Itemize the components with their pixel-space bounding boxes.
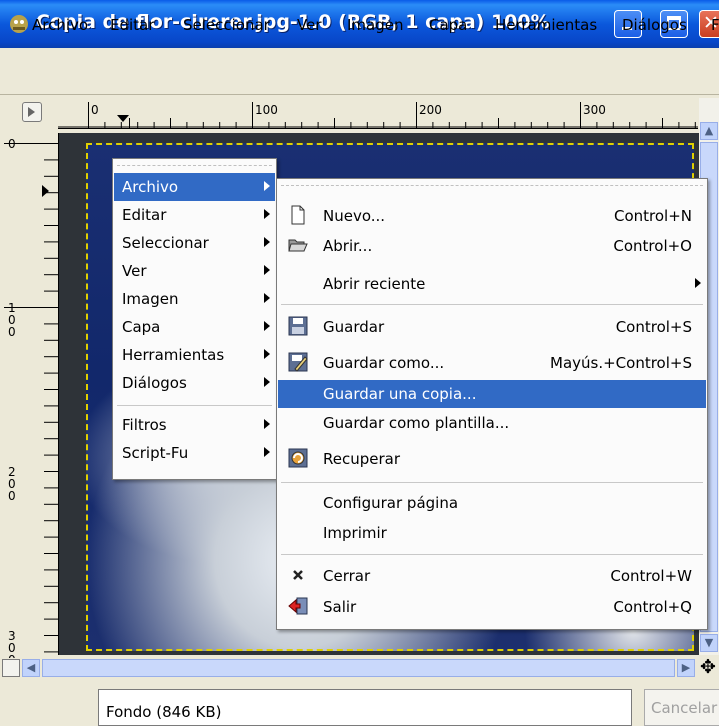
submenu-arrow-icon: [264, 377, 270, 387]
menubar: [0, 48, 719, 98]
context-item-editar[interactable]: Editar: [114, 201, 275, 229]
context-item-seleccionar[interactable]: Seleccionar: [114, 229, 275, 257]
horizontal-scrollbar-row: ◀ ▶ ✥: [0, 656, 719, 680]
layer-status-label: Fondo (846 KB): [106, 703, 222, 721]
navigate-icon[interactable]: [2, 659, 20, 677]
menu-seleccionar[interactable]: Seleccionar: [183, 16, 270, 34]
menu-separator: [117, 405, 272, 406]
context-item-capa[interactable]: Capa: [114, 313, 275, 341]
submenu-arrow-icon: [264, 321, 270, 331]
gimp-app-icon: [10, 15, 28, 33]
menu-filtros[interactable]: F: [711, 16, 719, 34]
menu-item-imprimir[interactable]: Imprimir: [278, 519, 706, 547]
context-item-script-fu[interactable]: Script-Fu: [114, 439, 275, 467]
v-ruler-label: 100: [8, 301, 16, 339]
ruler-pointer-icon: [117, 115, 129, 122]
menu-item-salir[interactable]: Salir Control+Q: [278, 593, 706, 621]
submenu-arrow-icon: [264, 293, 270, 303]
context-item-dialogos[interactable]: Diálogos: [114, 369, 275, 397]
menu-item-recuperar[interactable]: Recuperar: [278, 445, 706, 473]
v-ruler-label: 200: [8, 465, 16, 503]
menu-separator: [281, 554, 703, 555]
h-ruler-label: 200: [419, 103, 442, 117]
menu-imagen[interactable]: Imagen: [347, 16, 403, 34]
scroll-right-arrow-icon[interactable]: ▶: [677, 659, 695, 677]
menu-item-guardar[interactable]: Guardar Control+S: [278, 313, 706, 341]
floppy-save-icon: [288, 316, 308, 336]
h-ruler-label: 0: [91, 103, 99, 117]
menu-item-cerrar[interactable]: Cerrar Control+W: [278, 562, 706, 590]
submenu-arrow-icon: [264, 349, 270, 359]
h-ruler-label: 300: [583, 103, 606, 117]
submenu-arrow-icon: [264, 181, 270, 191]
save-as-icon: [288, 352, 308, 372]
image-context-menu: Archivo Editar Seleccionar Ver Imagen Ca…: [112, 158, 277, 480]
quick-mask-toggle[interactable]: [22, 102, 42, 122]
menubar-divider: [0, 94, 719, 95]
context-item-filtros[interactable]: Filtros: [114, 411, 275, 439]
menu-archivo[interactable]: Archivo: [32, 16, 88, 34]
submenu-arrow-icon: [264, 265, 270, 275]
move-navigate-icon[interactable]: ✥: [700, 656, 716, 678]
menu-item-abrir-reciente[interactable]: Abrir reciente: [278, 270, 706, 298]
submenu-arrow-icon: [264, 209, 270, 219]
tearoff-line[interactable]: [281, 185, 703, 186]
quit-icon: [288, 597, 308, 615]
ruler-pointer-icon: [42, 185, 49, 197]
menu-capa[interactable]: Capa: [429, 16, 467, 34]
scroll-down-arrow-icon[interactable]: ▼: [700, 634, 718, 652]
submenu-arrow-icon: [264, 237, 270, 247]
menu-item-nuevo[interactable]: Nuevo... Control+N: [278, 202, 706, 230]
h-ruler-label: 100: [255, 103, 278, 117]
cancel-button[interactable]: Cancelar: [644, 689, 719, 726]
horizontal-scroll-thumb[interactable]: [42, 659, 675, 677]
menu-separator: [281, 482, 703, 483]
menu-item-guardar-una-copia[interactable]: Guardar una copia...: [278, 380, 706, 408]
revert-icon: [288, 448, 308, 468]
menu-item-guardar-como-plantilla[interactable]: Guardar como plantilla...: [278, 409, 706, 437]
close-x-icon: [293, 570, 303, 580]
context-item-ver[interactable]: Ver: [114, 257, 275, 285]
context-item-imagen[interactable]: Imagen: [114, 285, 275, 313]
submenu-arrow-icon: [264, 447, 270, 457]
submenu-arrow-icon: [695, 278, 701, 288]
menu-dialogos[interactable]: Diálogos: [622, 16, 687, 34]
tearoff-line[interactable]: [117, 165, 272, 166]
menu-item-configurar-pagina[interactable]: Configurar página: [278, 489, 706, 517]
vertical-ruler[interactable]: [0, 133, 59, 655]
menu-editar[interactable]: Editar: [110, 16, 154, 34]
menu-separator: [281, 304, 703, 305]
menu-item-guardar-como[interactable]: Guardar como... Mayús.+Control+S: [278, 349, 706, 377]
scroll-up-arrow-icon[interactable]: ▲: [700, 122, 718, 140]
scroll-left-arrow-icon[interactable]: ◀: [22, 659, 40, 677]
folder-open-icon: [288, 239, 308, 252]
menu-item-abrir[interactable]: Abrir... Control+O: [278, 232, 706, 260]
new-file-icon: [291, 205, 305, 225]
context-item-herramientas[interactable]: Herramientas: [114, 341, 275, 369]
archivo-submenu: Nuevo... Control+N Abrir... Control+O Abri…: [276, 178, 708, 630]
menu-arrow-icon: [28, 107, 35, 117]
v-ruler-label: 0: [8, 137, 16, 151]
menu-ver[interactable]: Ver: [297, 16, 322, 34]
submenu-arrow-icon: [264, 419, 270, 429]
menu-herramientas[interactable]: Herramientas: [495, 16, 597, 34]
context-item-archivo[interactable]: Archivo: [114, 173, 275, 201]
